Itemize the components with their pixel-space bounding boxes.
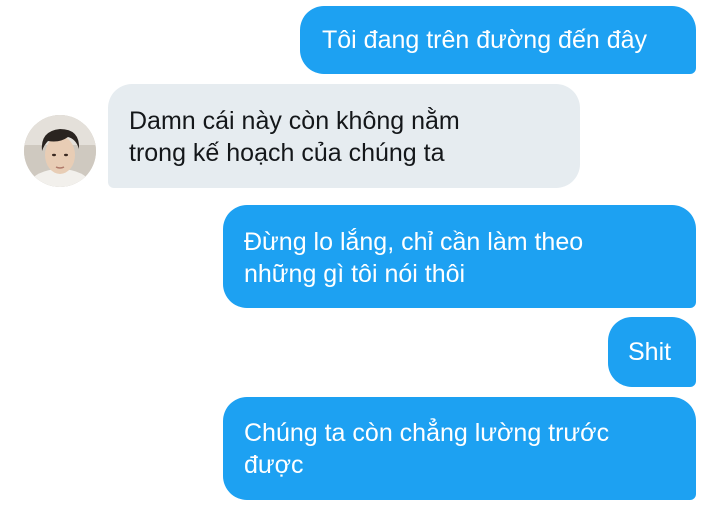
sent-message-bubble[interactable]: Shit — [608, 317, 696, 387]
sent-message-bubble[interactable]: Đừng lo lắng, chỉ cần làm theo những gì … — [223, 205, 696, 308]
sent-message-bubble[interactable]: Tôi đang trên đường đến đây — [300, 6, 696, 74]
sent-message-bubble[interactable]: Chúng ta còn chẳng lường trước được — [223, 397, 696, 500]
contact-avatar[interactable] — [24, 115, 96, 187]
message-thread: Tôi đang trên đường đến đây Damn cái này… — [0, 0, 720, 513]
avatar-photo — [24, 115, 96, 187]
received-message-bubble[interactable]: Damn cái này còn không nằm trong kế hoạc… — [108, 84, 580, 188]
